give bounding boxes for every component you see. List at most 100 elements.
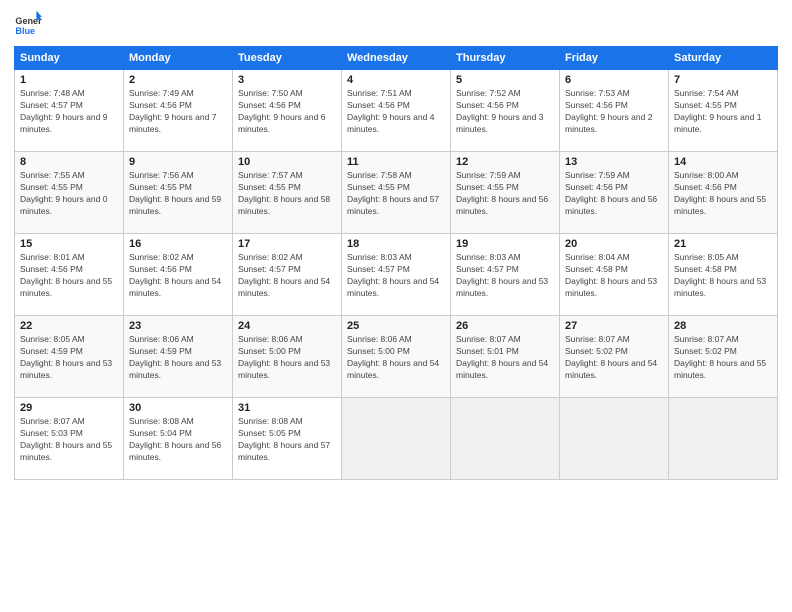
day-number: 21: [674, 238, 772, 250]
cell-info: Sunrise: 8:05 AMSunset: 4:58 PMDaylight:…: [674, 252, 772, 300]
calendar-cell: 2 Sunrise: 7:49 AMSunset: 4:56 PMDaylight…: [124, 70, 233, 152]
day-number: 29: [20, 402, 118, 414]
cell-info: Sunrise: 7:48 AMSunset: 4:57 PMDaylight:…: [20, 88, 118, 136]
calendar-cell: 29Sunrise: 8:07 AMSunset: 5:03 PMDayligh…: [15, 398, 124, 480]
day-number: 14: [674, 156, 772, 168]
day-number: 26: [456, 320, 554, 332]
calendar-header-row: SundayMondayTuesdayWednesdayThursdayFrid…: [15, 47, 778, 70]
cell-info: Sunrise: 8:00 AMSunset: 4:56 PMDaylight:…: [674, 170, 772, 218]
calendar-cell: 18Sunrise: 8:03 AMSunset: 4:57 PMDayligh…: [342, 234, 451, 316]
day-number: 31: [238, 402, 336, 414]
col-header-monday: Monday: [124, 47, 233, 70]
day-number: 13: [565, 156, 663, 168]
day-number: 19: [456, 238, 554, 250]
day-number: 9: [129, 156, 227, 168]
week-row-5: 29Sunrise: 8:07 AMSunset: 5:03 PMDayligh…: [15, 398, 778, 480]
day-number: 20: [565, 238, 663, 250]
logo-icon: General Blue: [14, 10, 42, 38]
calendar-cell: 8Sunrise: 7:55 AMSunset: 4:55 PMDaylight…: [15, 152, 124, 234]
calendar-cell: [560, 398, 669, 480]
calendar-cell: 21 Sunrise: 8:05 AMSunset: 4:58 PMDayligh…: [669, 234, 778, 316]
col-header-wednesday: Wednesday: [342, 47, 451, 70]
cell-info: Sunrise: 8:06 AMSunset: 5:00 PMDaylight:…: [347, 334, 445, 382]
col-header-sunday: Sunday: [15, 47, 124, 70]
col-header-saturday: Saturday: [669, 47, 778, 70]
page: General Blue SundayMondayTuesdayWednesda…: [0, 0, 792, 612]
logo: General Blue: [14, 10, 46, 38]
calendar-cell: [342, 398, 451, 480]
calendar-cell: 19 Sunrise: 8:03 AMSunset: 4:57 PMDayligh…: [451, 234, 560, 316]
cell-info: Sunrise: 7:50 AMSunset: 4:56 PMDaylight:…: [238, 88, 336, 136]
calendar-cell: 26 Sunrise: 8:07 AMSunset: 5:01 PMDayligh…: [451, 316, 560, 398]
calendar-cell: 13 Sunrise: 7:59 AMSunset: 4:56 PMDayligh…: [560, 152, 669, 234]
cell-info: Sunrise: 7:58 AMSunset: 4:55 PMDaylight:…: [347, 170, 445, 218]
col-header-thursday: Thursday: [451, 47, 560, 70]
day-number: 7: [674, 74, 772, 86]
svg-text:Blue: Blue: [15, 26, 35, 36]
cell-info: Sunrise: 8:08 AMSunset: 5:05 PMDaylight:…: [238, 416, 336, 464]
cell-info: Sunrise: 7:56 AMSunset: 4:55 PMDaylight:…: [129, 170, 227, 218]
cell-info: Sunrise: 7:55 AMSunset: 4:55 PMDaylight:…: [20, 170, 118, 218]
week-row-4: 22 Sunrise: 8:05 AMSunset: 4:59 PMDayligh…: [15, 316, 778, 398]
cell-info: Sunrise: 8:02 AMSunset: 4:56 PMDaylight:…: [129, 252, 227, 300]
calendar-cell: 28Sunrise: 8:07 AMSunset: 5:02 PMDayligh…: [669, 316, 778, 398]
calendar-cell: 11 Sunrise: 7:58 AMSunset: 4:55 PMDayligh…: [342, 152, 451, 234]
cell-info: Sunrise: 8:06 AMSunset: 5:00 PMDaylight:…: [238, 334, 336, 382]
day-number: 17: [238, 238, 336, 250]
cell-info: Sunrise: 7:57 AMSunset: 4:55 PMDaylight:…: [238, 170, 336, 218]
calendar-cell: 5Sunrise: 7:52 AMSunset: 4:56 PMDaylight…: [451, 70, 560, 152]
day-number: 16: [129, 238, 227, 250]
cell-info: Sunrise: 8:04 AMSunset: 4:58 PMDaylight:…: [565, 252, 663, 300]
calendar-cell: 27 Sunrise: 8:07 AMSunset: 5:02 PMDayligh…: [560, 316, 669, 398]
day-number: 25: [347, 320, 445, 332]
day-number: 4: [347, 74, 445, 86]
calendar-cell: 4 Sunrise: 7:51 AMSunset: 4:56 PMDaylight…: [342, 70, 451, 152]
col-header-friday: Friday: [560, 47, 669, 70]
calendar-cell: 9 Sunrise: 7:56 AMSunset: 4:55 PMDaylight…: [124, 152, 233, 234]
calendar-cell: 14 Sunrise: 8:00 AMSunset: 4:56 PMDayligh…: [669, 152, 778, 234]
day-number: 27: [565, 320, 663, 332]
day-number: 6: [565, 74, 663, 86]
day-number: 24: [238, 320, 336, 332]
calendar-cell: 30 Sunrise: 8:08 AMSunset: 5:04 PMDayligh…: [124, 398, 233, 480]
day-number: 10: [238, 156, 336, 168]
calendar-cell: 3Sunrise: 7:50 AMSunset: 4:56 PMDaylight…: [233, 70, 342, 152]
cell-info: Sunrise: 7:54 AMSunset: 4:55 PMDaylight:…: [674, 88, 772, 136]
cell-info: Sunrise: 8:05 AMSunset: 4:59 PMDaylight:…: [20, 334, 118, 382]
calendar: SundayMondayTuesdayWednesdayThursdayFrid…: [14, 46, 778, 480]
cell-info: Sunrise: 8:07 AMSunset: 5:02 PMDaylight:…: [565, 334, 663, 382]
calendar-cell: 16 Sunrise: 8:02 AMSunset: 4:56 PMDayligh…: [124, 234, 233, 316]
day-number: 23: [129, 320, 227, 332]
cell-info: Sunrise: 7:49 AMSunset: 4:56 PMDaylight:…: [129, 88, 227, 136]
calendar-cell: 15Sunrise: 8:01 AMSunset: 4:56 PMDayligh…: [15, 234, 124, 316]
calendar-cell: 7 Sunrise: 7:54 AMSunset: 4:55 PMDaylight…: [669, 70, 778, 152]
cell-info: Sunrise: 8:02 AMSunset: 4:57 PMDaylight:…: [238, 252, 336, 300]
calendar-cell: 25 Sunrise: 8:06 AMSunset: 5:00 PMDayligh…: [342, 316, 451, 398]
header: General Blue: [14, 10, 778, 38]
col-header-tuesday: Tuesday: [233, 47, 342, 70]
calendar-cell: [451, 398, 560, 480]
cell-info: Sunrise: 8:07 AMSunset: 5:01 PMDaylight:…: [456, 334, 554, 382]
day-number: 22: [20, 320, 118, 332]
week-row-2: 8Sunrise: 7:55 AMSunset: 4:55 PMDaylight…: [15, 152, 778, 234]
day-number: 1: [20, 74, 118, 86]
calendar-cell: 20 Sunrise: 8:04 AMSunset: 4:58 PMDayligh…: [560, 234, 669, 316]
cell-info: Sunrise: 8:08 AMSunset: 5:04 PMDaylight:…: [129, 416, 227, 464]
cell-info: Sunrise: 8:06 AMSunset: 4:59 PMDaylight:…: [129, 334, 227, 382]
cell-info: Sunrise: 7:53 AMSunset: 4:56 PMDaylight:…: [565, 88, 663, 136]
cell-info: Sunrise: 7:59 AMSunset: 4:55 PMDaylight:…: [456, 170, 554, 218]
day-number: 2: [129, 74, 227, 86]
cell-info: Sunrise: 7:59 AMSunset: 4:56 PMDaylight:…: [565, 170, 663, 218]
calendar-cell: 10 Sunrise: 7:57 AMSunset: 4:55 PMDayligh…: [233, 152, 342, 234]
day-number: 12: [456, 156, 554, 168]
day-number: 30: [129, 402, 227, 414]
calendar-cell: 24 Sunrise: 8:06 AMSunset: 5:00 PMDayligh…: [233, 316, 342, 398]
day-number: 15: [20, 238, 118, 250]
cell-info: Sunrise: 7:51 AMSunset: 4:56 PMDaylight:…: [347, 88, 445, 136]
cell-info: Sunrise: 8:03 AMSunset: 4:57 PMDaylight:…: [347, 252, 445, 300]
cell-info: Sunrise: 8:03 AMSunset: 4:57 PMDaylight:…: [456, 252, 554, 300]
week-row-1: 1 Sunrise: 7:48 AMSunset: 4:57 PMDaylight…: [15, 70, 778, 152]
day-number: 11: [347, 156, 445, 168]
calendar-cell: 6 Sunrise: 7:53 AMSunset: 4:56 PMDaylight…: [560, 70, 669, 152]
calendar-cell: 1 Sunrise: 7:48 AMSunset: 4:57 PMDaylight…: [15, 70, 124, 152]
